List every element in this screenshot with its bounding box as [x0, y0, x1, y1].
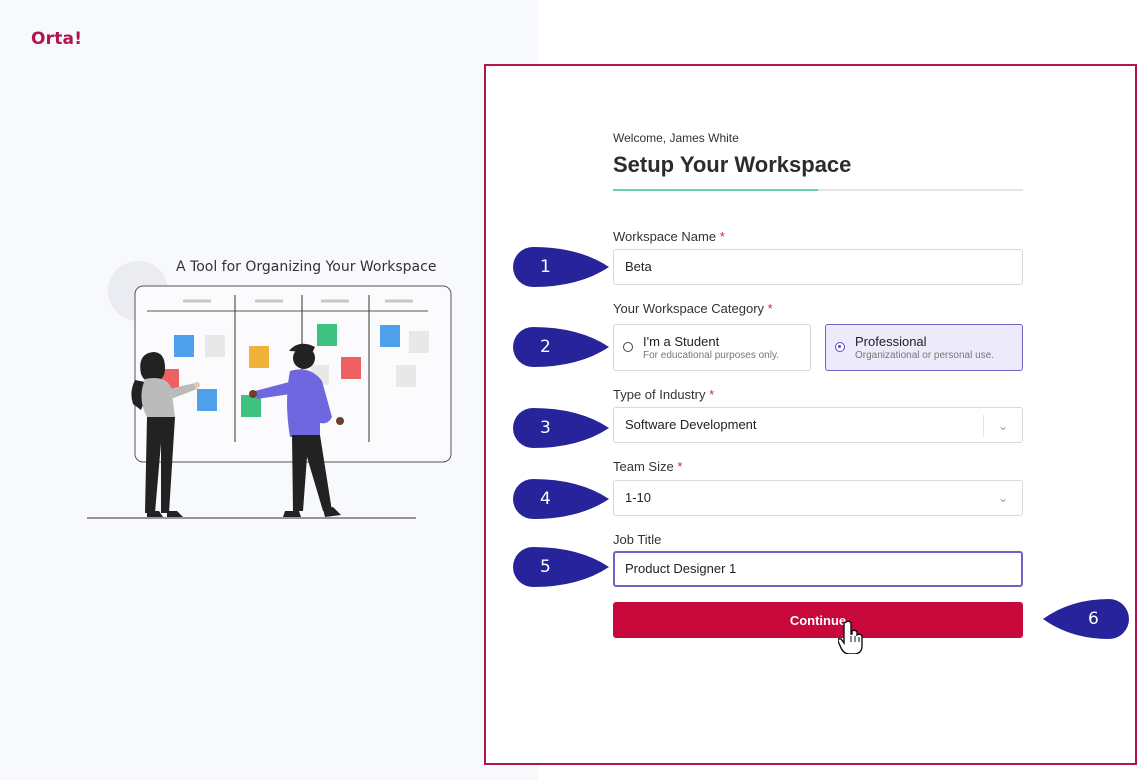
step-marker-4 [513, 479, 609, 519]
job-title-input[interactable]: Product Designer 1 [613, 551, 1023, 587]
job-title-label: Job Title [613, 532, 662, 547]
step-marker-2 [513, 327, 609, 367]
industry-select[interactable]: Software Development ⌄ [613, 407, 1023, 443]
step-marker-number: 2 [540, 337, 551, 357]
continue-button[interactable]: Continue [613, 602, 1023, 638]
category-option-subtitle: For educational purposes only. [643, 350, 780, 361]
workspace-name-input[interactable]: Beta [613, 249, 1023, 285]
team-size-select[interactable]: 1-10 ⌄ [613, 480, 1023, 516]
industry-label: Type of Industry * [613, 387, 715, 402]
workspace-name-label: Workspace Name * [613, 229, 725, 244]
step-marker-6 [1043, 599, 1129, 639]
step-marker-number: 6 [1088, 609, 1099, 629]
step-marker-number: 5 [540, 557, 551, 577]
category-option-subtitle: Organizational or personal use. [855, 350, 994, 361]
radio-selected-icon[interactable] [835, 342, 845, 352]
step-progress-fill [613, 189, 818, 191]
welcome-text: Welcome, James White [613, 131, 739, 145]
step-marker-number: 1 [540, 257, 551, 277]
step-marker-3 [513, 408, 609, 448]
left-panel: Orta! A Tool for Organizing Your Workspa… [0, 0, 538, 780]
chevron-down-icon[interactable]: ⌄ [983, 415, 1022, 437]
step-marker-number: 4 [540, 489, 551, 509]
step-marker-1 [513, 247, 609, 287]
workspace-category-label: Your Workspace Category * [613, 301, 773, 316]
category-option-student[interactable]: I'm a Student For educational purposes o… [613, 324, 811, 371]
page-title: Setup Your Workspace [613, 152, 852, 177]
category-option-title: Professional [855, 334, 927, 349]
category-option-title: I'm a Student [643, 334, 720, 349]
orta-logo[interactable]: Orta! [31, 29, 82, 49]
category-option-professional[interactable]: Professional Organizational or personal … [825, 324, 1023, 371]
kanban-illustration [87, 261, 452, 519]
step-progress-bar [613, 189, 1023, 191]
step-marker-5 [513, 547, 609, 587]
hand-pointer-icon [838, 620, 863, 654]
step-marker-number: 3 [540, 418, 551, 438]
team-size-label: Team Size * [613, 459, 683, 474]
radio-unselected-icon[interactable] [623, 342, 633, 352]
chevron-down-icon[interactable]: ⌄ [984, 481, 1022, 515]
